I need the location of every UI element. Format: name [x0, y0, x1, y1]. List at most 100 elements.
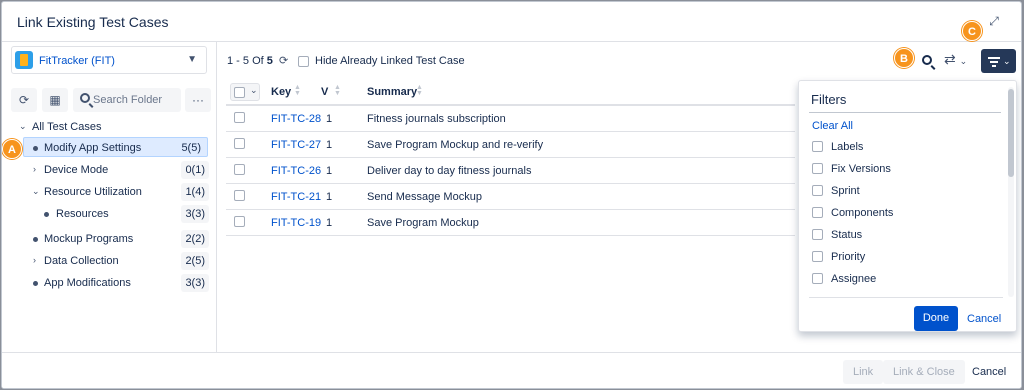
chevron-down-icon[interactable]: ⌄: [32, 186, 40, 197]
row-checkbox[interactable]: [234, 164, 245, 175]
row-checkbox[interactable]: [234, 112, 245, 123]
test-case-version: 1: [326, 165, 333, 177]
annotation-badge-a: A: [2, 139, 22, 159]
divider: [809, 297, 1003, 298]
sort-date-button[interactable]: ▦: [42, 88, 68, 112]
chevron-down-icon[interactable]: ⌄: [19, 121, 27, 132]
cancel-button[interactable]: Cancel: [972, 366, 1006, 378]
search-button[interactable]: [922, 55, 934, 67]
test-case-key[interactable]: FIT-TC-27: [271, 139, 321, 151]
test-case-key[interactable]: FIT-TC-28: [271, 113, 321, 125]
filter-option-label: Fix Versions: [831, 163, 891, 175]
tree-item-count: 3(3): [181, 205, 209, 223]
test-case-version: 1: [326, 217, 333, 229]
filters-dropdown: Filters Clear All Labels Fix Versions Sp…: [798, 80, 1017, 332]
sort-icon[interactable]: ▲ ▼: [294, 84, 301, 97]
sort-icon[interactable]: ▲ ▼: [416, 84, 423, 97]
test-case-key[interactable]: FIT-TC-19: [271, 217, 321, 229]
test-case-summary: Deliver day to day fitness journals: [367, 165, 532, 177]
refresh-icon[interactable]: ⟳: [279, 54, 288, 67]
checkbox[interactable]: [812, 207, 823, 218]
dialog-header: Link Existing Test Cases ⤢: [2, 2, 1021, 42]
test-case-version: 1: [326, 113, 333, 125]
hide-linked-checkbox[interactable]: [298, 56, 309, 67]
table-header: ⌄ Key ▲ ▼ V ▲ ▼ Summary ▲ ▼: [226, 80, 795, 106]
tree-item-device-mode[interactable]: › Device Mode 0(1): [2, 160, 217, 180]
project-selector[interactable]: FitTracker (FIT) ▼: [11, 46, 207, 74]
bullet-icon: [44, 212, 49, 217]
chevron-right-icon[interactable]: ›: [33, 255, 36, 265]
row-checkbox[interactable]: [234, 216, 245, 227]
tree-item-app-modifications[interactable]: App Modifications 3(3): [2, 273, 217, 293]
checkbox[interactable]: [812, 273, 823, 284]
table-row[interactable]: FIT-TC-21 1 Send Message Mockup: [226, 184, 795, 210]
tree-item-data-collection[interactable]: › Data Collection 2(5): [2, 251, 217, 271]
link-button[interactable]: Link: [843, 360, 884, 384]
table-row[interactable]: FIT-TC-26 1 Deliver day to day fitness j…: [226, 158, 795, 184]
test-case-summary: Send Message Mockup: [367, 191, 482, 203]
tree-item-count: 0(1): [181, 161, 209, 179]
calendar-sort-icon: ▦: [49, 93, 61, 107]
table-row[interactable]: FIT-TC-28 1 Fitness journals subscriptio…: [226, 106, 795, 132]
filters-cancel-button[interactable]: Cancel: [967, 313, 1001, 325]
table-row[interactable]: FIT-TC-27 1 Save Program Mockup and re-v…: [226, 132, 795, 158]
done-button[interactable]: Done: [914, 306, 958, 331]
bullet-icon: [33, 146, 38, 151]
checkbox[interactable]: [812, 251, 823, 262]
checkbox[interactable]: [234, 87, 245, 98]
project-icon: [15, 51, 33, 69]
pagination-info: 1 - 5 Of 5: [227, 55, 273, 67]
column-header-version[interactable]: V: [321, 86, 328, 98]
test-case-version: 1: [326, 191, 333, 203]
column-header-summary[interactable]: Summary: [367, 86, 417, 98]
filter-option-label: Status: [831, 229, 863, 241]
test-case-key[interactable]: FIT-TC-21: [271, 191, 321, 203]
filter-option-label: Components: [831, 207, 894, 219]
pager-range: 1 - 5: [227, 55, 250, 67]
test-case-summary: Fitness journals subscription: [367, 113, 506, 125]
search-icon: [922, 55, 932, 65]
expand-icon[interactable]: ⤢: [987, 14, 1001, 28]
shuffle-icon[interactable]: ⇄ ⌄: [944, 51, 967, 68]
checkbox[interactable]: [812, 141, 823, 152]
more-button[interactable]: ···: [185, 88, 211, 112]
chevron-down-icon[interactable]: ⌄: [250, 85, 258, 96]
column-header-key[interactable]: Key: [271, 86, 291, 98]
tree-root[interactable]: ⌄ All Test Cases: [2, 117, 217, 137]
test-case-version: 1: [326, 139, 333, 151]
row-checkbox[interactable]: [234, 138, 245, 149]
dialog-footer: Link Link & Close Cancel: [2, 352, 1021, 388]
clear-all-link[interactable]: Clear All: [812, 120, 853, 132]
filters-scrollbar-thumb[interactable]: [1008, 89, 1014, 177]
annotation-badge-c: C: [962, 21, 982, 41]
pager-of: Of: [252, 55, 264, 67]
folder-panel: FitTracker (FIT) ▼ ⟳ ▦ ··· ⌄ All Test Ca…: [2, 42, 217, 352]
tree-item-modify-app-settings[interactable]: Modify App Settings 5(5): [23, 137, 208, 157]
checkbox[interactable]: [812, 163, 823, 174]
test-case-summary: Save Program Mockup: [367, 217, 479, 229]
hide-linked-label: Hide Already Linked Test Case: [315, 55, 465, 67]
table-row[interactable]: FIT-TC-19 1 Save Program Mockup: [226, 210, 795, 236]
tree-item-resource-utilization[interactable]: ⌄ Resource Utilization 1(4): [2, 182, 217, 202]
tree-item-label: Mockup Programs: [44, 233, 134, 245]
test-case-key[interactable]: FIT-TC-26: [271, 165, 321, 177]
checkbox[interactable]: [812, 185, 823, 196]
chevron-right-icon[interactable]: ›: [33, 164, 36, 174]
refresh-button[interactable]: ⟳: [11, 88, 37, 112]
folder-search-input[interactable]: [93, 92, 177, 108]
filter-icon: [988, 57, 1000, 67]
filter-button[interactable]: ⌄: [981, 49, 1016, 73]
row-checkbox[interactable]: [234, 190, 245, 201]
tree-item-resources[interactable]: Resources 3(3): [2, 204, 217, 224]
pager-total: 5: [266, 55, 273, 67]
link-close-button[interactable]: Link & Close: [883, 360, 965, 384]
sort-icon[interactable]: ▲ ▼: [334, 84, 341, 97]
bullet-icon: [33, 237, 38, 242]
tree-item-mockup-programs[interactable]: Mockup Programs 2(2): [2, 229, 217, 249]
checkbox[interactable]: [812, 229, 823, 240]
select-all-checkbox[interactable]: ⌄: [230, 83, 260, 101]
dialog-title: Link Existing Test Cases: [17, 14, 169, 30]
tree-item-label: Resources: [56, 208, 109, 220]
tree-item-label: Resource Utilization: [44, 186, 142, 198]
filter-option-label: Sprint: [831, 185, 860, 197]
